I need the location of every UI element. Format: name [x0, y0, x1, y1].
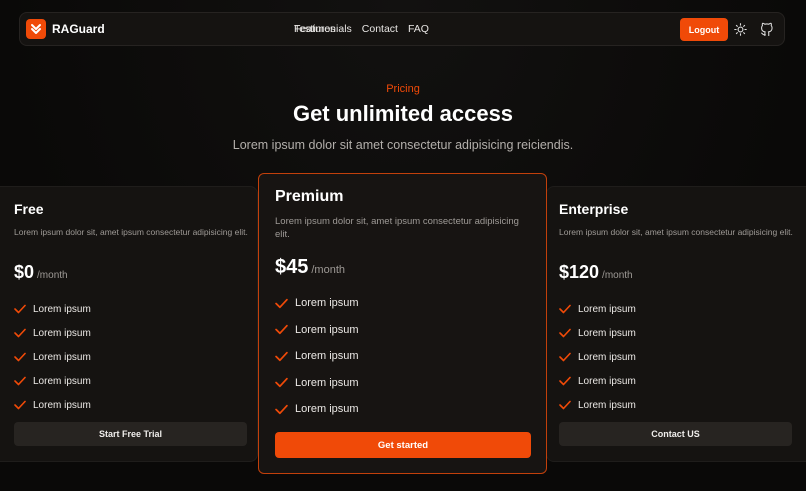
price-amount: $120 — [559, 262, 600, 282]
pricing-page: RAGuard Features ⌄ Testimonials Contact … — [0, 0, 806, 491]
check-icon — [14, 352, 26, 362]
feature-list: Lorem ipsum Lorem ipsum Lorem ipsum Lore… — [559, 297, 636, 417]
chevrons-down-icon — [26, 19, 46, 39]
check-icon — [14, 400, 26, 410]
feature-item: Lorem ipsum — [275, 290, 359, 317]
feature-label: Lorem ipsum — [33, 327, 91, 339]
feature-item: Lorem ipsum — [559, 345, 636, 369]
feature-label: Lorem ipsum — [295, 376, 359, 389]
plan-name: Premium — [275, 188, 344, 205]
feature-label: Lorem ipsum — [295, 297, 359, 310]
feature-label: Lorem ipsum — [33, 351, 91, 363]
plan-card-enterprise: Enterprise Lorem ipsum dolor sit, amet i… — [546, 186, 806, 462]
check-icon — [14, 328, 26, 338]
feature-item: Lorem ipsum — [559, 393, 636, 417]
feature-item: Lorem ipsum — [275, 370, 359, 397]
plan-card-premium: Premium Lorem ipsum dolor sit, amet ipsu… — [258, 173, 547, 474]
feature-label: Lorem ipsum — [33, 399, 91, 411]
nav-features[interactable]: Features ⌄ — [294, 23, 345, 35]
plan-name: Enterprise — [559, 201, 629, 217]
check-icon — [14, 376, 26, 386]
check-icon — [559, 352, 571, 362]
feature-item: Lorem ipsum — [14, 345, 91, 369]
section-eyebrow: Pricing — [386, 83, 420, 95]
chevron-down-icon: ⌄ — [339, 26, 346, 33]
plan-description: Lorem ipsum dolor sit, amet ipsum consec… — [559, 227, 793, 237]
check-icon — [559, 400, 571, 410]
check-icon — [275, 351, 288, 361]
price-amount: $45 — [275, 256, 309, 278]
feature-label: Lorem ipsum — [295, 403, 359, 416]
feature-label: Lorem ipsum — [578, 303, 636, 315]
price-period: /month — [311, 264, 346, 276]
nav-contact[interactable]: Contact — [362, 23, 398, 35]
plan-price: $45 /month — [275, 256, 345, 279]
brand-name: RAGuard — [52, 22, 105, 36]
check-icon — [559, 304, 571, 314]
sun-icon[interactable] — [734, 23, 747, 36]
page-title: Get unlimited access — [292, 101, 514, 126]
feature-item: Lorem ipsum — [559, 297, 636, 321]
feature-item: Lorem ipsum — [275, 343, 359, 370]
price-amount: $0 — [14, 262, 35, 282]
check-icon — [275, 378, 288, 388]
plan-description: Lorem ipsum dolor sit, amet ipsum consec… — [275, 216, 519, 240]
plan-description: Lorem ipsum dolor sit, amet ipsum consec… — [14, 227, 248, 237]
feature-list: Lorem ipsum Lorem ipsum Lorem ipsum Lore… — [14, 297, 91, 417]
navbar: RAGuard Features ⌄ Testimonials Contact … — [19, 12, 785, 46]
feature-item: Lorem ipsum — [14, 321, 91, 345]
logout-button[interactable]: Logout — [680, 18, 728, 41]
feature-label: Lorem ipsum — [295, 323, 359, 336]
feature-label: Lorem ipsum — [33, 303, 91, 315]
check-icon — [559, 376, 571, 386]
page-subtitle: Lorem ipsum dolor sit amet consectetur a… — [232, 138, 574, 152]
plan-name: Free — [14, 201, 44, 217]
check-icon — [14, 304, 26, 314]
plan-price: $120 /month — [559, 262, 633, 283]
feature-item: Lorem ipsum — [275, 317, 359, 344]
feature-label: Lorem ipsum — [578, 399, 636, 411]
nav-links: Features ⌄ Testimonials Contact FAQ — [294, 13, 439, 45]
feature-item: Lorem ipsum — [559, 321, 636, 345]
get-started-button[interactable]: Get started — [275, 432, 531, 458]
nav-faq[interactable]: FAQ — [408, 23, 429, 35]
check-icon — [559, 328, 571, 338]
plan-price: $0 /month — [14, 262, 68, 283]
feature-label: Lorem ipsum — [33, 375, 91, 387]
feature-label: Lorem ipsum — [578, 351, 636, 363]
nav-features-label: Features — [294, 23, 336, 35]
feature-label: Lorem ipsum — [578, 327, 636, 339]
start-free-trial-button[interactable]: Start Free Trial — [14, 422, 247, 446]
contact-us-button[interactable]: Contact US — [559, 422, 792, 446]
feature-label: Lorem ipsum — [578, 375, 636, 387]
check-icon — [275, 404, 288, 414]
feature-item: Lorem ipsum — [275, 396, 359, 423]
feature-item: Lorem ipsum — [14, 393, 91, 417]
check-icon — [275, 298, 288, 308]
check-icon — [275, 325, 288, 335]
price-period: /month — [37, 270, 68, 281]
feature-label: Lorem ipsum — [295, 350, 359, 363]
plan-card-free: Free Lorem ipsum dolor sit, amet ipsum c… — [0, 186, 258, 462]
price-period: /month — [602, 270, 633, 281]
feature-item: Lorem ipsum — [14, 297, 91, 321]
feature-item: Lorem ipsum — [559, 369, 636, 393]
feature-item: Lorem ipsum — [14, 369, 91, 393]
github-icon[interactable] — [760, 22, 774, 36]
brand[interactable]: RAGuard — [26, 19, 105, 39]
feature-list: Lorem ipsum Lorem ipsum Lorem ipsum Lore… — [275, 290, 359, 423]
